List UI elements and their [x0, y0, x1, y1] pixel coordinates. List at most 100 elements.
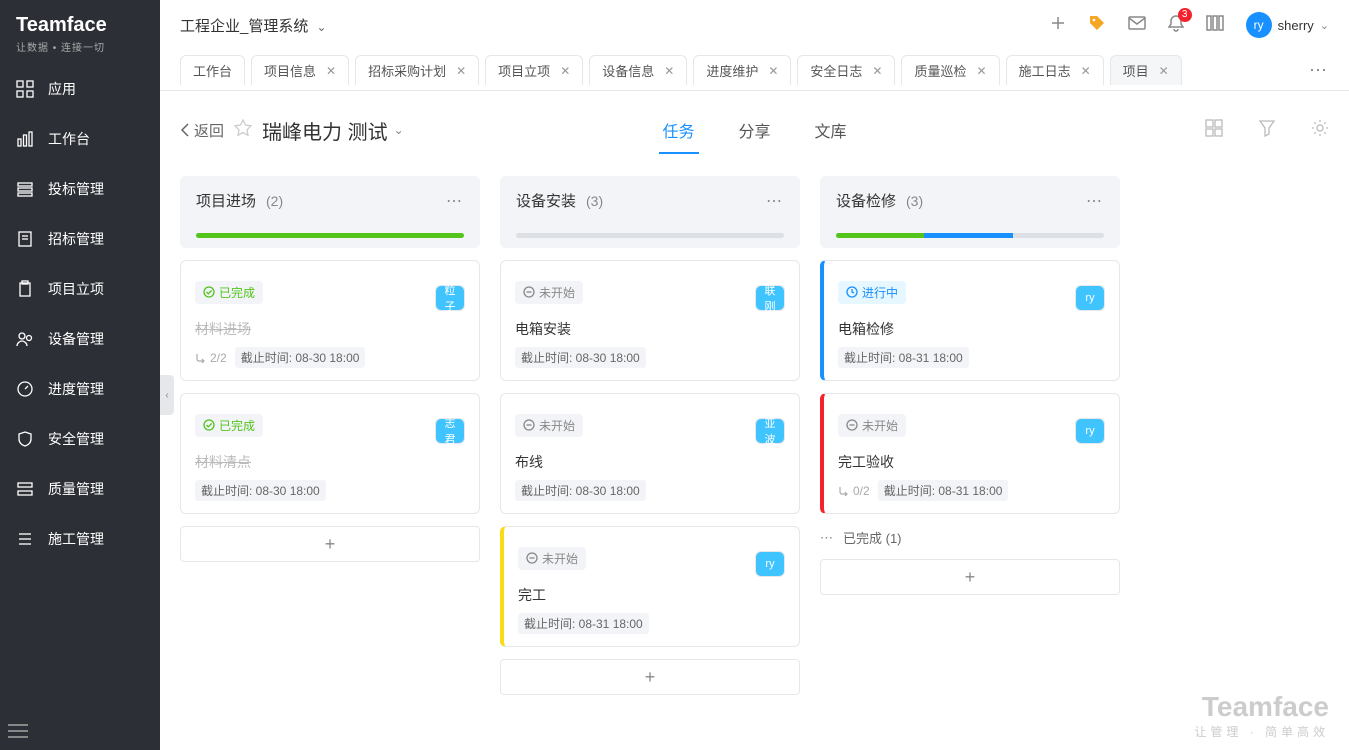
clipboard-icon [16, 280, 34, 298]
tab-9[interactable]: 项目 ✕ [1110, 55, 1182, 85]
tab-label: 安全日志 [810, 61, 862, 80]
task-card[interactable]: 已完成志君材料清点截止时间: 08-30 18:00 [180, 393, 480, 514]
tab-label: 项目立项 [498, 61, 550, 80]
tab-4[interactable]: 设备信息 ✕ [589, 55, 687, 85]
task-card[interactable]: 未开始联刚电箱安装截止时间: 08-30 18:00 [500, 260, 800, 381]
assignee-avatar: 志君 [435, 406, 465, 444]
chevron-down-icon: ⌄ [317, 20, 327, 34]
settings-icon[interactable] [1311, 119, 1329, 142]
column-title: 项目进场 [196, 190, 256, 211]
tab-label: 项目信息 [264, 61, 316, 80]
task-card[interactable]: 已完成粒子材料进场 2/2截止时间: 08-30 18:00 [180, 260, 480, 381]
sidebar-item-label: 投标管理 [48, 179, 104, 199]
add-card-button[interactable]: + [820, 559, 1120, 595]
tabs-more-icon[interactable]: ⋯ [1309, 60, 1329, 81]
watermark-subtitle: 让管理 · 简单高效 [1194, 723, 1329, 740]
column-header: 项目进场(2)⋯ [180, 176, 480, 248]
mail-icon[interactable] [1128, 16, 1146, 35]
sidebar-item-5[interactable]: 设备管理 [0, 314, 160, 364]
task-card[interactable]: 未开始ry完工验收 0/2截止时间: 08-31 18:00 [820, 393, 1120, 514]
column-more-icon[interactable]: ⋯ [1086, 191, 1104, 211]
tab-7[interactable]: 质量巡检✕ [901, 55, 999, 85]
main-tab-0[interactable]: 任务 [658, 106, 698, 154]
close-icon[interactable]: ✕ [1081, 64, 1091, 78]
filter-icon[interactable] [1259, 119, 1275, 142]
add-card-button[interactable]: + [180, 526, 480, 562]
tab-label: 施工日志 [1019, 61, 1071, 80]
sidebar-item-label: 设备管理 [48, 329, 104, 349]
library-icon[interactable] [1206, 15, 1224, 36]
sidebar-item-3[interactable]: 招标管理 [0, 214, 160, 264]
tab-0[interactable]: 工作台 [180, 55, 245, 85]
column-progress [516, 233, 784, 238]
assignee-avatar: ry [755, 539, 785, 577]
users-icon [16, 330, 34, 348]
sidebar-item-label: 施工管理 [48, 529, 104, 549]
main-tab-2[interactable]: 文库 [811, 106, 851, 154]
star-icon[interactable] [234, 119, 252, 142]
column-2: 设备检修(3)⋯ 进行中ry电箱检修截止时间: 08-31 18:00 未开始r… [820, 176, 1120, 730]
tab-2[interactable]: 招标采购计划✕ [355, 55, 479, 85]
deadline-chip: 截止时间: 08-30 18:00 [515, 480, 646, 501]
card-title: 电箱安装 [515, 319, 785, 339]
sidebar-item-label: 安全管理 [48, 429, 104, 449]
sidebar-item-9[interactable]: 施工管理 [0, 514, 160, 564]
system-title[interactable]: 工程企业_管理系统 ⌄ [180, 15, 327, 36]
close-icon[interactable]: ✕ [664, 64, 674, 78]
status-pill: 未开始 [518, 547, 586, 570]
status-pill: 未开始 [515, 281, 583, 304]
sidebar-item-4[interactable]: 项目立项 [0, 264, 160, 314]
system-title-text: 工程企业_管理系统 [180, 18, 308, 35]
tab-1[interactable]: 项目信息 ✕ [251, 55, 349, 85]
close-icon[interactable]: ✕ [872, 64, 882, 78]
tab-8[interactable]: 施工日志 ✕ [1006, 55, 1104, 85]
sidebar-item-7[interactable]: 安全管理 [0, 414, 160, 464]
add-card-button[interactable]: + [500, 659, 800, 695]
close-icon[interactable]: ✕ [456, 64, 466, 78]
sidebar-item-1[interactable]: 工作台 [0, 114, 160, 164]
sidebar-item-6[interactable]: 进度管理 [0, 364, 160, 414]
tag-icon[interactable] [1088, 14, 1106, 37]
deadline-chip: 截止时间: 08-31 18:00 [518, 613, 649, 634]
back-button[interactable]: 返回 [180, 120, 224, 141]
add-icon[interactable] [1050, 15, 1066, 36]
sidebar-collapse-handle[interactable]: ‹ [160, 375, 174, 415]
sidebar-item-0[interactable]: 应用 [0, 64, 160, 114]
layout-grid-icon[interactable] [1205, 119, 1223, 142]
user-menu[interactable]: ry sherry ⌄ [1246, 12, 1329, 38]
sidebar-item-2[interactable]: 投标管理 [0, 164, 160, 214]
brand-title: Teamface [16, 14, 144, 37]
tab-label: 项目 [1123, 61, 1149, 80]
column-more-icon[interactable]: ⋯ [766, 191, 784, 211]
column-count: (3) [906, 193, 923, 209]
card-title: 电箱检修 [838, 319, 1105, 339]
column-0: 项目进场(2)⋯ 已完成粒子材料进场 2/2截止时间: 08-30 18:00 … [180, 176, 480, 730]
chevron-down-icon[interactable]: ⌄ [394, 123, 404, 137]
divider [160, 90, 1349, 91]
task-card[interactable]: 未开始ry完工截止时间: 08-31 18:00 [500, 526, 800, 647]
bell-icon[interactable]: 3 [1168, 14, 1184, 37]
task-card[interactable]: 进行中ry电箱检修截止时间: 08-31 18:00 [820, 260, 1120, 381]
sidebar-item-label: 应用 [48, 79, 76, 99]
tabs-bar: 工作台项目信息✕招标采购计划✕项目立项✕设备信息✕进度维护✕安全日志✕质量巡检✕… [160, 50, 1349, 90]
column-more-icon[interactable]: ⋯ [446, 191, 464, 211]
close-icon[interactable]: ✕ [977, 64, 987, 78]
close-icon[interactable]: ✕ [768, 64, 778, 78]
close-icon[interactable]: ✕ [326, 64, 336, 78]
completed-section[interactable]: ⋯已完成 (1) [820, 528, 1120, 547]
tab-6[interactable]: 安全日志 ✕ [797, 55, 895, 85]
sidebar-item-8[interactable]: 质量管理 [0, 464, 160, 514]
tab-5[interactable]: 进度维护 ✕ [693, 55, 791, 85]
assignee-avatar: 联刚 [755, 273, 785, 311]
sidebar-item-label: 工作台 [48, 129, 90, 149]
shield-icon [16, 430, 34, 448]
sidebar-expand-toggle[interactable] [8, 724, 28, 738]
close-icon[interactable]: ✕ [560, 64, 570, 78]
close-icon[interactable]: ✕ [1159, 64, 1169, 78]
tab-label: 设备信息 [602, 61, 654, 80]
tab-label: 进度维护 [706, 61, 758, 80]
tab-3[interactable]: 项目立项 ✕ [485, 55, 583, 85]
main-tab-1[interactable]: 分享 [734, 106, 774, 154]
chart-icon [16, 130, 34, 148]
task-card[interactable]: 未开始亚波布线截止时间: 08-30 18:00 [500, 393, 800, 514]
